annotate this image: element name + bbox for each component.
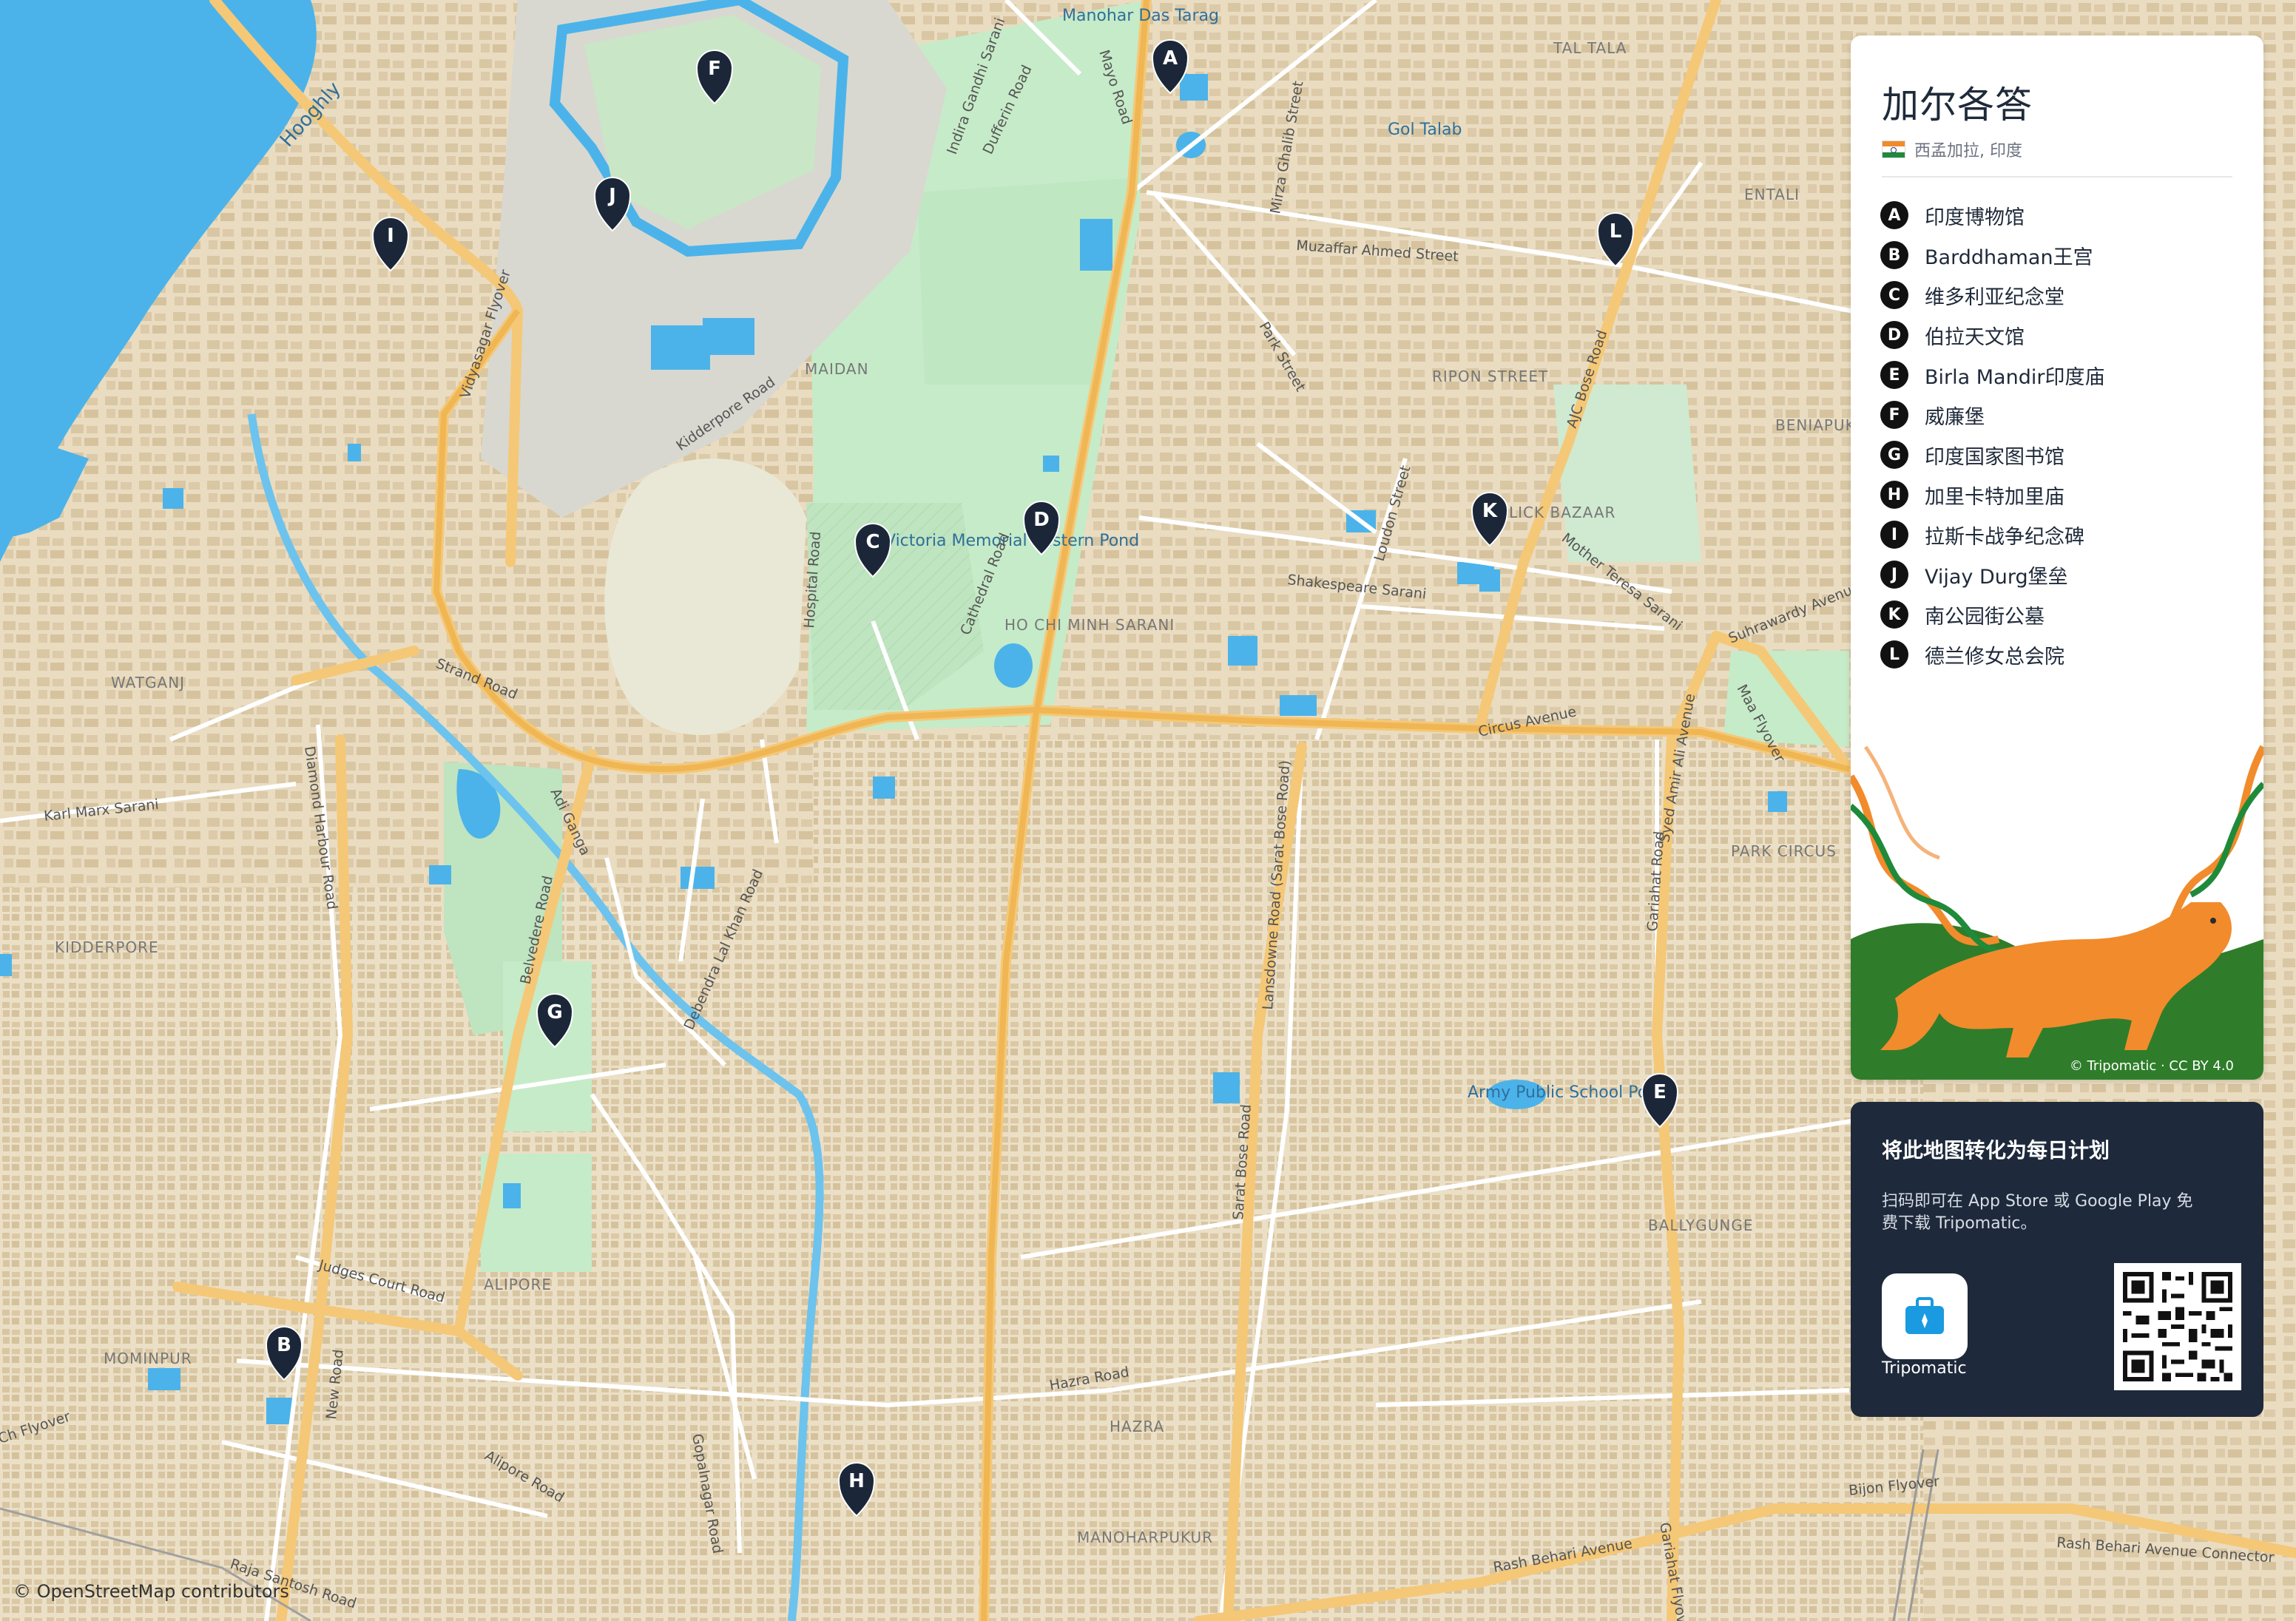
promo-text: 扫码即可在 App Store 或 Google Play 免费下载 Tripo… [1882,1192,2193,1233]
water-label: Gol Talab [1388,121,1462,139]
legend-item-label: Vijay Durg堡垒 [1925,565,2068,589]
urban-area-dense-west [0,887,814,1621]
legend-item[interactable]: K 南公园街公墓 [1880,595,2104,634]
district-label: PARK CIRCUS [1731,842,1837,860]
legend-item-label: Birla Mandir印度庙 [1925,365,2105,389]
svg-text:I: I [387,225,394,247]
legend-letter: C [1880,281,1908,309]
legend-item-label: Barddhaman王宫 [1925,246,2093,269]
legend-letter: G [1880,441,1908,469]
legend-item-label: 印度国家图书馆 [1925,445,2064,469]
map-attribution: © OpenStreetMap contributors [13,1581,289,1602]
district-label: KIDDERPORE [55,938,159,956]
legend-divider [1882,176,2232,177]
svg-text:D: D [1033,509,1050,531]
tripomatic-app-icon[interactable] [1882,1273,1968,1359]
legend-letter: J [1880,561,1908,589]
water-label: Manohar Das Tarag [1062,7,1219,25]
legend-item[interactable]: I 拉斯卡战争纪念碑 [1880,515,2104,555]
legend-item-label: 加里卡特加里庙 [1925,485,2064,509]
district-label: MAIDAN [805,360,869,378]
district-label: ALIPORE [484,1276,552,1293]
district-label: HAZRA [1110,1418,1164,1435]
svg-text:L: L [1610,220,1622,243]
legend-item-label: 南公园街公墓 [1925,605,2045,629]
legend-item-label: 拉斯卡战争纪念碑 [1925,525,2084,549]
legend-item[interactable]: C 维多利亚纪念堂 [1880,275,2104,315]
legend-item-label: 德兰修女总会院 [1925,645,2064,669]
legend-item[interactable]: B Barddhaman王宫 [1880,235,2104,275]
race-course [604,458,806,735]
legend-subtitle: 西孟加拉, 印度 [1882,138,2022,161]
district-label: RIPON STREET [1432,368,1548,385]
legend-letter: K [1880,600,1908,629]
svg-text:J: J [607,185,616,207]
illustration-credit: © Tripomatic · CC BY 4.0 [2069,1058,2234,1074]
urban-area-dense [814,740,1923,1621]
svg-text:K: K [1482,500,1498,522]
india-flag-icon [1882,141,1905,158]
legend-list: A 印度博物馆 B Barddhaman王宫 C 维多利亚纪念堂 D 伯拉天文馆 E Bi… [1880,195,2104,674]
legend-card: 加尔各答 西孟加拉, 印度 A 印度博物馆 B Barddhaman王宫 C 维多利亚… [1851,35,2263,1080]
svg-text:F: F [708,58,721,80]
legend-item[interactable]: G 印度国家图书馆 [1880,435,2104,475]
district-label: MANOHARPUKUR [1077,1529,1213,1546]
alipore-greens [481,1154,592,1272]
legend-item[interactable]: A 印度博物馆 [1880,195,2104,235]
water-label: Army Public School Pond [1468,1083,1668,1102]
district-label: MOMINPUR [104,1350,192,1367]
legend-letter: B [1880,241,1908,269]
district-label: BALLYGUNGE [1648,1216,1753,1234]
legend-item-label: 伯拉天文馆 [1925,325,2025,349]
legend-letter: L [1880,640,1908,669]
svg-text:H: H [848,1470,865,1492]
legend-item[interactable]: F 威廉堡 [1880,395,2104,435]
svg-text:E: E [1653,1081,1667,1103]
promo-card: 将此地图转化为每日计划 扫码即可在 App Store 或 Google Pla… [1851,1102,2263,1417]
legend-letter: I [1880,521,1908,549]
app-name: Tripomatic [1882,1359,1967,1378]
fort-tank [651,325,710,370]
legend-letter: E [1880,361,1908,389]
svg-text:G: G [547,1001,562,1023]
legend-item-label: 威廉堡 [1925,405,1985,429]
legend-item[interactable]: H 加里卡特加里庙 [1880,475,2104,515]
district-label: LICK BAZAAR [1509,504,1615,521]
legend-letter: H [1880,481,1908,509]
water-label: Victoria Memorial Eastern Pond [885,532,1139,550]
legend-item[interactable]: J Vijay Durg堡垒 [1880,555,2104,595]
legend-letter: F [1880,401,1908,429]
tiger-illustration [1851,745,2263,1080]
legend-subtitle-text: 西孟加拉, 印度 [1914,142,2022,160]
district-label: HO CHI MINH SARANI [1004,616,1175,634]
district-label: ENTALI [1744,186,1800,203]
legend-item[interactable]: D 伯拉天文馆 [1880,315,2104,355]
district-label: TAL TALA [1553,39,1627,57]
svg-text:B: B [277,1334,291,1356]
promo-title: 将此地图转化为每日计划 [1882,1138,2110,1163]
legend-title: 加尔各答 [1882,84,2033,126]
fort-tank-2 [703,318,754,355]
download-qr-code[interactable] [2114,1263,2241,1390]
legend-item-label: 维多利亚纪念堂 [1925,285,2064,309]
legend-item[interactable]: E Birla Mandir印度庙 [1880,355,2104,395]
legend-letter: D [1880,321,1908,349]
svg-text:A: A [1163,47,1178,70]
district-label: WATGANJ [111,674,185,691]
svg-text:C: C [865,531,879,553]
legend-letter: A [1880,201,1908,229]
legend-item[interactable]: L 德兰修女总会院 [1880,634,2104,674]
legend-item-label: 印度博物馆 [1925,206,2025,229]
